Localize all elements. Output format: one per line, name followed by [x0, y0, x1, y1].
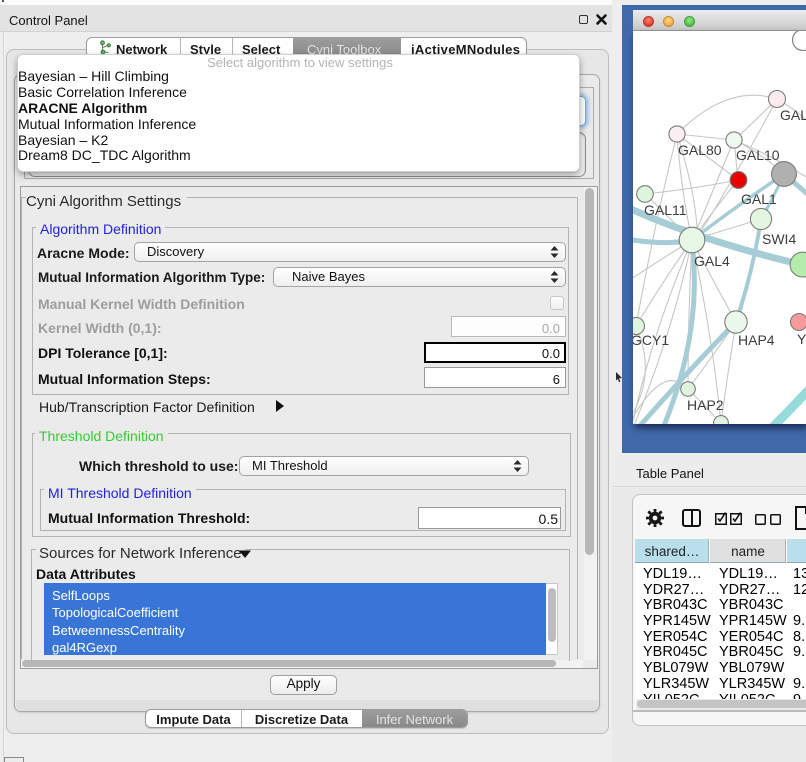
svg-text:GAL4: GAL4 [694, 253, 730, 269]
svg-text:GCY1: GCY1 [633, 332, 669, 348]
svg-text:GAL11: GAL11 [644, 202, 687, 218]
svg-text:GAL10: GAL10 [736, 147, 780, 163]
svg-text:GAL1: GAL1 [741, 191, 777, 207]
svg-text:GAL80: GAL80 [678, 142, 722, 158]
svg-text:SWI4: SWI4 [762, 231, 796, 247]
svg-text:Y: Y [797, 331, 806, 347]
svg-text:HAP2: HAP2 [687, 397, 724, 413]
svg-text:GAL: GAL [780, 107, 806, 123]
svg-text:HAP4: HAP4 [738, 332, 775, 348]
